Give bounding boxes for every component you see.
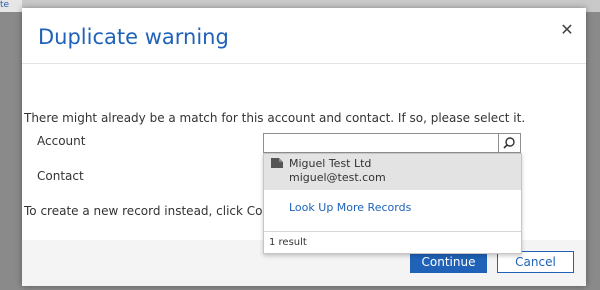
lookup-results-dropdown: Miguel Test Ltd miguel@test.com Look Up … xyxy=(263,153,522,254)
result-count: 1 result xyxy=(269,237,307,248)
header-divider xyxy=(22,63,586,64)
close-icon[interactable]: ✕ xyxy=(559,22,575,38)
account-lookup-search-button[interactable] xyxy=(499,133,521,153)
duplicate-message: There might already be a match for this … xyxy=(24,111,526,125)
look-up-more-records-link[interactable]: Look Up More Records xyxy=(289,201,411,214)
dialog-title: Duplicate warning xyxy=(38,25,229,49)
create-new-instruction: To create a new record instead, click Co… xyxy=(24,204,271,218)
lookup-result-email: miguel@test.com xyxy=(289,171,386,184)
lookup-result-item[interactable]: Miguel Test Ltd miguel@test.com xyxy=(264,154,521,190)
dropdown-divider xyxy=(264,231,521,232)
contact-label: Contact xyxy=(37,169,84,183)
account-label: Account xyxy=(37,134,86,148)
search-icon xyxy=(503,137,515,149)
account-lookup-input[interactable] xyxy=(263,133,499,153)
lookup-result-name: Miguel Test Ltd xyxy=(289,157,372,170)
cancel-button[interactable]: Cancel xyxy=(497,251,574,273)
account-record-icon xyxy=(271,158,283,168)
backdrop-fragment: te xyxy=(0,0,22,12)
backdrop-fragment-text: te xyxy=(0,0,10,10)
continue-button[interactable]: Continue xyxy=(410,251,487,273)
